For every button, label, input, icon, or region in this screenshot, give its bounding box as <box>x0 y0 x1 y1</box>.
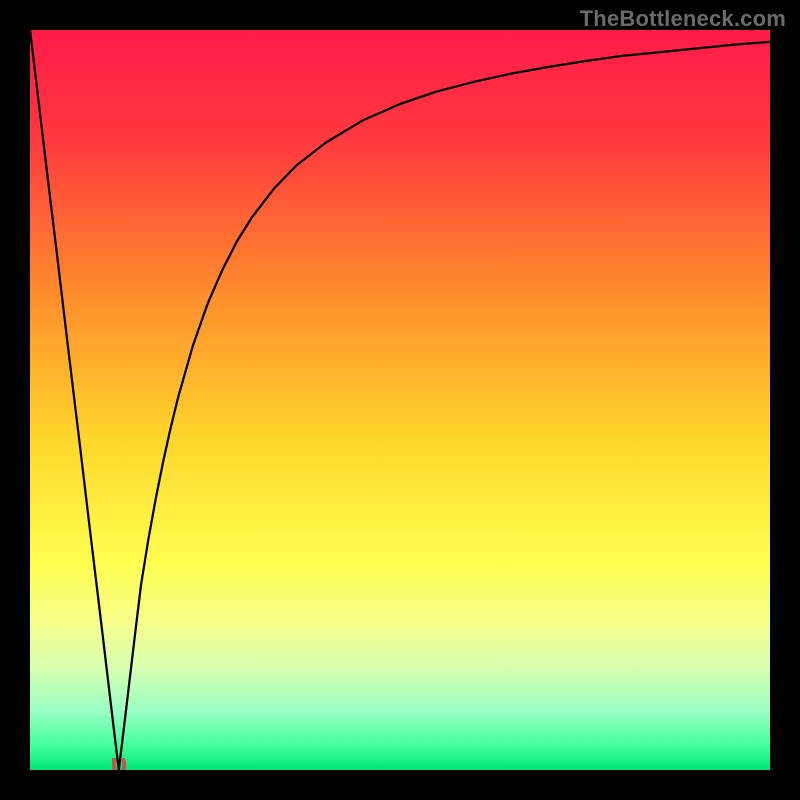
plot-area: ᴜ <box>30 30 770 770</box>
chart-frame: ᴜ TheBottleneck.com <box>0 0 800 800</box>
bottleneck-curve <box>30 30 770 770</box>
curve-layer <box>30 30 770 770</box>
attribution-text: TheBottleneck.com <box>580 6 786 32</box>
